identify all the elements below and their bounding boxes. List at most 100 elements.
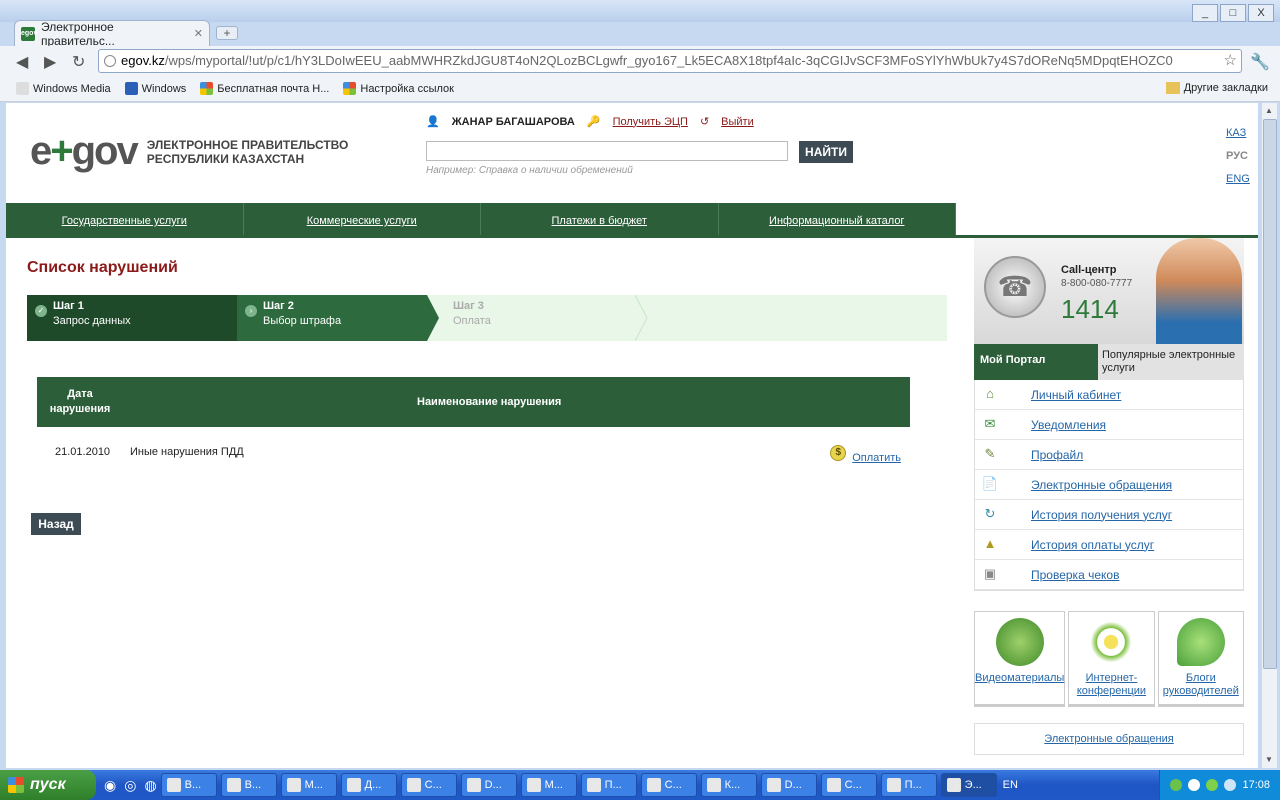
egov-logo[interactable]: e+gov ЭЛЕКТРОННОЕ ПРАВИТЕЛЬСТВО РЕСПУБЛИ… bbox=[30, 129, 348, 174]
forward-arrow-icon[interactable]: ▶ bbox=[44, 52, 56, 72]
lang-eng-link[interactable]: ENG bbox=[1226, 173, 1250, 185]
tab-my-portal[interactable]: Мой Портал bbox=[974, 344, 1098, 380]
wrench-icon[interactable]: 🔧 bbox=[1250, 52, 1270, 72]
nav-budget-payments[interactable]: Платежи в бюджет bbox=[481, 203, 719, 237]
taskbar-label: П... bbox=[604, 779, 622, 791]
opera-icon[interactable]: ◎ bbox=[124, 777, 136, 794]
taskbar-button[interactable]: В... bbox=[160, 773, 217, 797]
list-item[interactable]: ⌂ Личный кабинет bbox=[975, 380, 1243, 410]
back-button[interactable]: Назад bbox=[31, 513, 81, 535]
maximize-button[interactable]: □ bbox=[1220, 4, 1246, 22]
tile-blogs[interactable]: Блоги руководителей bbox=[1157, 611, 1244, 707]
col-name-header: Наименование нарушения bbox=[417, 396, 562, 408]
browser-tab[interactable]: egov Электронное правительс... ✕ bbox=[14, 20, 210, 48]
operator-photo bbox=[1156, 238, 1242, 344]
taskbar-button-active[interactable]: Э... bbox=[940, 773, 997, 797]
logout-link[interactable]: Выйти bbox=[721, 116, 754, 128]
search-hint: Например: Справка о наличии обременений bbox=[426, 165, 633, 176]
tile-video[interactable]: Видеоматериалы bbox=[974, 611, 1066, 707]
new-tab-button[interactable]: + bbox=[216, 26, 238, 40]
msn-icon bbox=[124, 82, 138, 95]
scroll-down-icon[interactable]: ▼ bbox=[1265, 755, 1273, 764]
volume-icon[interactable] bbox=[1224, 779, 1237, 791]
network-icon[interactable] bbox=[1170, 779, 1183, 791]
close-button[interactable]: X bbox=[1248, 4, 1274, 22]
e-appeals-link[interactable]: Электронные обращения bbox=[1031, 478, 1172, 492]
taskbar-button[interactable]: П... bbox=[880, 773, 937, 797]
step-1-title: Шаг 1 bbox=[53, 300, 84, 312]
page-icon bbox=[104, 55, 116, 67]
list-item[interactable]: ✉ Уведомления bbox=[975, 410, 1243, 440]
logo-text: ЭЛЕКТРОННОЕ ПРАВИТЕЛЬСТВО РЕСПУБЛИКИ КАЗ… bbox=[147, 138, 349, 166]
language-switcher: КАЗ РУС ENG bbox=[1226, 127, 1250, 185]
other-bookmarks[interactable]: Другие закладки bbox=[1165, 82, 1268, 94]
taskbar-button[interactable]: Д... bbox=[340, 773, 397, 797]
start-button[interactable]: пуск bbox=[0, 770, 96, 800]
blogs-link[interactable]: Блоги руководителей bbox=[1159, 672, 1243, 698]
nav-commercial-services[interactable]: Коммерческие услуги bbox=[244, 203, 481, 237]
address-bar[interactable]: egov.kz/wps/myportal/!ut/p/c1/hY3LDoIwEE… bbox=[98, 49, 1242, 73]
video-link[interactable]: Видеоматериалы bbox=[975, 672, 1064, 685]
pay-link[interactable]: Оплатить bbox=[852, 452, 901, 464]
chrome-icon[interactable]: ◉ bbox=[104, 777, 116, 794]
notifications-link[interactable]: Уведомления bbox=[1031, 418, 1106, 432]
list-item[interactable]: ▣ Проверка чеков bbox=[975, 560, 1243, 590]
reload-icon[interactable]: ↻ bbox=[72, 52, 85, 72]
taskbar-button[interactable]: С... bbox=[400, 773, 457, 797]
icq-icon[interactable] bbox=[1206, 779, 1219, 791]
list-item[interactable]: ✎ Профайл bbox=[975, 440, 1243, 470]
bookmark-free-mail[interactable]: Бесплатная почта Н... bbox=[200, 82, 329, 95]
top-navigation: Государственные услуги Коммерческие услу… bbox=[6, 203, 956, 237]
e-appeals-footer-link[interactable]: Электронные обращения bbox=[1044, 733, 1173, 745]
clock[interactable]: 17:08 bbox=[1242, 779, 1270, 791]
taskbar-button[interactable]: С... bbox=[640, 773, 697, 797]
doc-icon bbox=[826, 778, 841, 792]
find-button[interactable]: НАЙТИ bbox=[799, 141, 853, 163]
tab-popular-services[interactable]: Популярные электронные услуги bbox=[1098, 344, 1244, 380]
services-history-link[interactable]: История получения услуг bbox=[1031, 508, 1172, 522]
profile-link[interactable]: Профайл bbox=[1031, 448, 1083, 462]
personal-cabinet-link[interactable]: Личный кабинет bbox=[1031, 388, 1121, 402]
receipt-printer-icon: ▣ bbox=[983, 566, 997, 581]
tile-conferences[interactable]: Интернет-конференции bbox=[1068, 611, 1155, 707]
minimize-button[interactable]: _ bbox=[1192, 4, 1218, 22]
page-icon bbox=[16, 82, 29, 95]
close-tab-icon[interactable]: ✕ bbox=[194, 27, 203, 40]
conferences-link[interactable]: Интернет-конференции bbox=[1069, 672, 1153, 698]
browser-icon[interactable]: ◍ bbox=[144, 777, 156, 794]
folder-icon bbox=[526, 778, 541, 792]
network-icon bbox=[1087, 618, 1136, 666]
system-tray: 17:08 bbox=[1159, 770, 1280, 800]
url-path: /wps/myportal/!ut/p/c1/hY3LDoIwEEU_aabMW… bbox=[164, 53, 1173, 68]
vertical-scrollbar[interactable]: ▲ ▼ bbox=[1261, 103, 1277, 768]
get-eds-link[interactable]: Получить ЭЦП bbox=[613, 116, 688, 128]
bookmark-star-icon[interactable]: ☆ bbox=[1224, 50, 1237, 72]
bookmark-links-settings[interactable]: Настройка ссылок bbox=[343, 82, 454, 95]
step-3-title: Шаг 3 bbox=[453, 300, 484, 312]
skype-icon[interactable] bbox=[1188, 779, 1201, 791]
bookmark-windows-media[interactable]: Windows Media bbox=[16, 82, 111, 95]
taskbar-button[interactable]: М... bbox=[520, 773, 577, 797]
scroll-thumb[interactable] bbox=[1263, 119, 1277, 669]
list-item[interactable]: ↻ История получения услуг bbox=[975, 500, 1243, 530]
language-indicator[interactable]: EN bbox=[1003, 779, 1018, 791]
lang-kaz-link[interactable]: КАЗ bbox=[1226, 127, 1250, 139]
scroll-up-icon[interactable]: ▲ bbox=[1265, 106, 1273, 115]
taskbar-button[interactable]: С... bbox=[820, 773, 877, 797]
taskbar-button[interactable]: К... bbox=[700, 773, 757, 797]
payments-history-link[interactable]: История оплаты услуг bbox=[1031, 538, 1154, 552]
list-item[interactable]: ▲ История оплаты услуг bbox=[975, 530, 1243, 560]
back-arrow-icon[interactable]: ◀ bbox=[16, 52, 28, 72]
search-input[interactable] bbox=[426, 141, 788, 161]
bookmark-windows[interactable]: Windows bbox=[124, 82, 186, 95]
taskbar-button[interactable]: М... bbox=[280, 773, 337, 797]
list-item[interactable]: 📄 Электронные обращения bbox=[975, 470, 1243, 500]
check-receipts-link[interactable]: Проверка чеков bbox=[1031, 568, 1119, 582]
call-center-banner[interactable]: ☎ Call-центр 8-800-080-7777 1414 bbox=[974, 238, 1244, 344]
taskbar-button[interactable]: D... bbox=[760, 773, 817, 797]
taskbar-button[interactable]: D... bbox=[460, 773, 517, 797]
nav-info-catalog[interactable]: Информационный каталог bbox=[719, 203, 956, 237]
taskbar-button[interactable]: П... bbox=[580, 773, 637, 797]
taskbar-button[interactable]: В... bbox=[220, 773, 277, 797]
nav-gov-services[interactable]: Государственные услуги bbox=[6, 203, 244, 237]
